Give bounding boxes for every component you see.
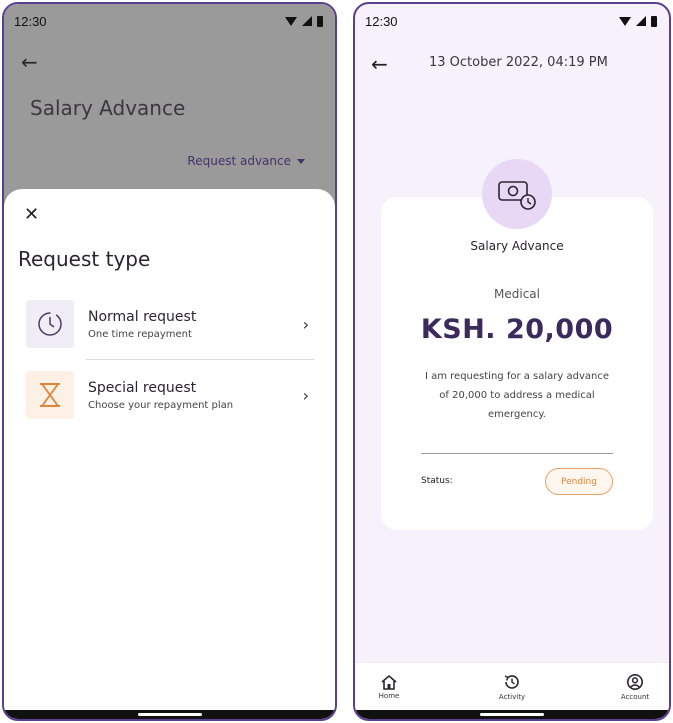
request-description: I am requesting for a salary advance of … (424, 371, 610, 420)
divider (421, 453, 613, 454)
cash-clock-icon (482, 159, 552, 229)
special-request-title: Special request (88, 379, 197, 396)
phone-left-screen: ← Salary Advance Request advance 12:30 ✕… (2, 2, 337, 721)
home-gesture-pill[interactable] (480, 713, 544, 716)
status-time: 12:30 (14, 13, 47, 29)
signal-icon (636, 16, 646, 26)
bottom-navigation: Home Activity Account (355, 662, 669, 710)
nav-account[interactable]: Account (615, 663, 655, 710)
nav-home-label: Home (378, 691, 400, 700)
battery-icon (317, 15, 323, 27)
wifi-icon (619, 16, 631, 26)
caret-down-icon (297, 158, 305, 164)
back-arrow-icon[interactable]: ← (21, 52, 38, 72)
signal-icon (302, 16, 312, 26)
status-badge: Pending (545, 468, 613, 495)
system-nav-bar (4, 710, 335, 719)
request-advance-label: Request advance (187, 154, 291, 168)
special-request-subtitle: Choose your repayment plan (88, 399, 234, 411)
status-bar: 12:30 (4, 4, 335, 38)
request-amount: KSH. 20,000 (420, 314, 614, 345)
nav-activity-label: Activity (498, 692, 526, 701)
wifi-icon (285, 16, 297, 26)
chevron-right-icon: › (302, 314, 309, 334)
status-label: Status: (421, 476, 453, 486)
request-type-sheet: ✕ Request type Normal request One time r… (4, 189, 335, 710)
back-arrow-icon[interactable]: ← (371, 54, 388, 74)
sheet-title: Request type (18, 247, 151, 271)
status-time: 12:30 (365, 13, 398, 29)
divider (86, 359, 315, 360)
chevron-right-icon: › (302, 385, 309, 405)
normal-request-subtitle: One time repayment (88, 328, 192, 340)
request-advance-dropdown[interactable]: Request advance (187, 154, 305, 168)
card-title: Salary Advance (470, 239, 564, 253)
normal-request-title: Normal request (88, 308, 197, 325)
special-request-option[interactable]: Special request Choose your repayment pl… (26, 370, 315, 420)
history-icon (504, 674, 519, 689)
request-category: Medical (494, 287, 540, 301)
home-gesture-pill[interactable] (137, 713, 202, 716)
clock-icon (26, 300, 74, 348)
nav-account-label: Account (620, 692, 650, 701)
hourglass-icon (26, 371, 74, 419)
nav-home[interactable]: Home (369, 663, 409, 710)
status-bar: 12:30 (355, 4, 669, 38)
account-icon (627, 673, 643, 690)
nav-activity[interactable]: Activity (492, 663, 532, 710)
battery-icon (651, 15, 657, 27)
system-nav-bar (355, 710, 669, 719)
phone-right-screen: 12:30 ← 13 October 2022, 04:19 PM Salary… (353, 2, 671, 721)
header-date: 13 October 2022, 04:19 PM (429, 55, 608, 70)
page-title: Salary Advance (30, 96, 186, 120)
close-icon[interactable]: ✕ (24, 204, 39, 225)
request-detail-card: Salary Advance Medical KSH. 20,000 I am … (381, 197, 653, 530)
normal-request-option[interactable]: Normal request One time repayment › (26, 299, 315, 349)
home-icon (381, 674, 397, 690)
